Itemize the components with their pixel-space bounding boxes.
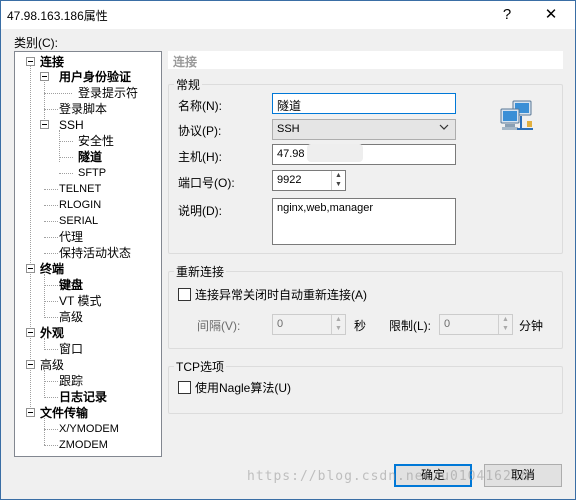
tree-item-login-prompt[interactable]: 登录提示符 (78, 86, 138, 100)
collapse-icon[interactable] (26, 264, 35, 273)
help-button[interactable]: ? (489, 3, 525, 27)
collapse-icon[interactable] (26, 328, 35, 337)
tree-item-ssh[interactable]: SSH (59, 118, 84, 132)
reconnect-group-label: 重新连接 (174, 263, 227, 280)
port-stepper[interactable]: 9922 ▲ ▼ (272, 170, 346, 191)
redaction-blur (307, 144, 363, 162)
protocol-label: 协议(P): (178, 124, 222, 138)
port-label: 端口号(O): (178, 176, 235, 190)
description-field[interactable]: nginx,web,manager (272, 198, 456, 245)
interval-unit: 秒 (354, 319, 367, 333)
name-field[interactable]: 隧道 (272, 93, 456, 114)
limit-stepper[interactable]: 0 ▲ ▼ (439, 314, 513, 335)
tree-item-window[interactable]: 窗口 (59, 342, 83, 356)
tcp-group-label: TCP选项 (174, 358, 227, 375)
checkbox-box[interactable] (178, 288, 191, 301)
category-label: 类别(C): (14, 36, 58, 50)
tree-item-rlogin[interactable]: RLOGIN (59, 198, 101, 212)
spin-down-icon[interactable]: ▼ (499, 324, 512, 333)
tree-item-terminal[interactable]: 终端 (40, 262, 64, 276)
tree-item-serial[interactable]: SERIAL (59, 214, 98, 228)
tree-item-appearance[interactable]: 外观 (40, 326, 64, 340)
collapse-icon[interactable] (26, 408, 35, 417)
tree-item-sftp[interactable]: SFTP (78, 166, 106, 180)
tree-item-trace[interactable]: 跟踪 (59, 374, 83, 388)
description-field-value: nginx,web,manager (277, 202, 374, 214)
tree-item-keepalive[interactable]: 保持活动状态 (59, 246, 131, 260)
name-label: 名称(N): (178, 99, 222, 113)
properties-dialog: 47.98.163.186属性 ? ✕ 类别(C): 连接 用户身份验证 登录提… (0, 0, 576, 500)
auto-reconnect-label: 连接异常关闭时自动重新连接(A) (195, 288, 367, 302)
watermark: https://blog.csdn.net/u010416228 (247, 469, 530, 484)
spin-up-icon[interactable]: ▲ (332, 171, 345, 180)
tree-item-connection[interactable]: 连接 (40, 55, 64, 69)
host-field[interactable]: 47.98 (272, 144, 456, 165)
nagle-label: 使用Nagle算法(U) (195, 381, 292, 395)
interval-stepper-value: 0 (277, 318, 284, 330)
protocol-select-value: SSH (277, 123, 300, 135)
tree-item-xymodem[interactable]: X/YMODEM (59, 422, 119, 436)
tree-item-vt-mode[interactable]: VT 模式 (59, 294, 101, 308)
description-label: 说明(D): (178, 204, 222, 218)
spin-down-icon[interactable]: ▼ (332, 180, 345, 189)
panel-title: 连接 (173, 55, 198, 69)
collapse-icon[interactable] (26, 57, 35, 66)
tree-item-proxy[interactable]: 代理 (59, 230, 83, 244)
limit-unit: 分钟 (519, 319, 544, 333)
tree-item-user-auth[interactable]: 用户身份验证 (59, 70, 131, 84)
close-button[interactable]: ✕ (533, 3, 569, 27)
auto-reconnect-checkbox[interactable]: 连接异常关闭时自动重新连接(A) (178, 286, 367, 303)
port-stepper-value: 9922 (277, 174, 302, 186)
general-group-label: 常规 (174, 76, 203, 93)
category-tree[interactable]: 连接 用户身份验证 登录提示符 登录脚本 SSH 安全性 隧道 SFTP TEL… (14, 51, 162, 457)
interval-label: 间隔(V): (197, 319, 241, 333)
chevron-down-icon (439, 123, 449, 134)
title-bar: 47.98.163.186属性 ? ✕ (1, 1, 575, 29)
tree-item-terminal-advanced[interactable]: 高级 (59, 310, 83, 324)
tree-item-keyboard[interactable]: 键盘 (59, 278, 83, 292)
collapse-icon[interactable] (40, 120, 49, 129)
network-icon (499, 99, 535, 135)
limit-label: 限制(L): (389, 319, 432, 333)
name-field-value: 隧道 (277, 99, 302, 113)
tree-item-logging[interactable]: 日志记录 (59, 390, 107, 404)
reconnect-group (168, 271, 563, 349)
checkbox-box[interactable] (178, 381, 191, 394)
protocol-select[interactable]: SSH (272, 119, 456, 140)
nagle-checkbox[interactable]: 使用Nagle算法(U) (178, 379, 291, 396)
collapse-icon[interactable] (26, 360, 35, 369)
panel-header: 连接 (168, 51, 563, 69)
spin-up-icon[interactable]: ▲ (499, 315, 512, 324)
spin-down-icon[interactable]: ▼ (332, 324, 345, 333)
tree-item-file-transfer[interactable]: 文件传输 (40, 406, 88, 420)
tree-item-advanced[interactable]: 高级 (40, 358, 64, 372)
host-label: 主机(H): (178, 150, 222, 164)
interval-stepper[interactable]: 0 ▲ ▼ (272, 314, 346, 335)
tree-item-telnet[interactable]: TELNET (59, 182, 101, 196)
limit-stepper-value: 0 (444, 318, 451, 330)
tree-item-login-script[interactable]: 登录脚本 (59, 102, 107, 116)
tree-item-zmodem[interactable]: ZMODEM (59, 438, 108, 452)
tree-item-security[interactable]: 安全性 (78, 134, 114, 148)
host-field-value: 47.98 (277, 148, 305, 160)
tree-item-tunnel[interactable]: 隧道 (78, 150, 102, 164)
spin-up-icon[interactable]: ▲ (332, 315, 345, 324)
collapse-icon[interactable] (40, 72, 49, 81)
window-title: 47.98.163.186属性 (7, 9, 108, 23)
